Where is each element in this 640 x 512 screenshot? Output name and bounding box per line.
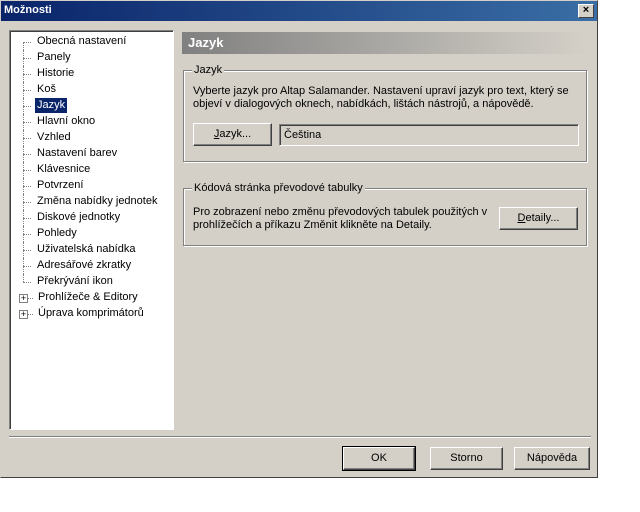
page-title: Jazyk	[188, 35, 224, 50]
tree-connector	[23, 186, 31, 187]
help-button[interactable]: Nápověda	[514, 447, 590, 470]
tree-item-label: Hlavní okno	[37, 115, 96, 127]
tree-item[interactable]: Klávesnice	[10, 162, 173, 178]
tree-connector	[23, 42, 31, 43]
tree-connector	[28, 298, 33, 299]
tree-item[interactable]: Nastavení barev	[10, 146, 173, 162]
tree-connector	[23, 90, 31, 91]
tree-connector	[23, 106, 31, 107]
tree-connector	[23, 234, 31, 235]
tree-item-label: Klávesnice	[37, 163, 91, 175]
tree-connector	[23, 266, 31, 267]
tree-item-label: Vzhled	[37, 131, 71, 143]
tree-item-label: Diskové jednotky	[37, 211, 121, 223]
ok-button[interactable]: OK	[342, 446, 416, 471]
close-button[interactable]: ×	[578, 4, 594, 18]
codepage-group: Kódová stránka převodové tabulky Pro zob…	[183, 181, 587, 246]
tree-item[interactable]: Hlavní okno	[10, 114, 173, 130]
tree-item-label: Historie	[37, 67, 75, 79]
cancel-button[interactable]: Storno	[430, 447, 503, 470]
language-description-line1: Vyberte jazyk pro Altap Salamander. Nast…	[193, 85, 569, 97]
language-group: Jazyk Vyberte jazyk pro Altap Salamander…	[183, 63, 587, 162]
options-dialog: Možnosti × Obecná nastavení Panely Histori…	[0, 0, 598, 478]
current-language-field: Čeština	[279, 124, 579, 146]
tree-item[interactable]: Jazyk	[10, 98, 173, 114]
title-bar[interactable]: Možnosti ×	[1, 1, 597, 21]
tree-connector	[23, 122, 31, 123]
tree-line	[23, 274, 24, 282]
details-button-mnemonic: D	[517, 212, 526, 224]
expand-icon[interactable]: +	[19, 294, 28, 303]
tree-item[interactable]: Panely	[10, 50, 173, 66]
tree-item[interactable]: Koš	[10, 82, 173, 98]
tree-item[interactable]: Pohledy	[10, 226, 173, 242]
tree-item[interactable]: Změna nabídky jednotek	[10, 194, 173, 210]
footer-separator	[9, 436, 591, 438]
tree-item-label: Překrývání ikon	[37, 275, 113, 287]
tree-line	[23, 42, 24, 50]
tree-item-label: Panely	[37, 51, 71, 63]
tree-item-label: Pohledy	[37, 227, 77, 239]
tree-connector	[23, 218, 31, 219]
help-button-label: Nápověda	[526, 452, 578, 464]
tree-item[interactable]: Překrývání ikon	[10, 274, 173, 290]
language-group-title: Jazyk	[192, 63, 225, 77]
tree-item[interactable]: Adresářové zkratky	[10, 258, 173, 274]
codepage-group-title: Kódová stránka převodové tabulky	[192, 181, 365, 195]
tree-connector	[23, 138, 31, 139]
tree-connector	[23, 154, 31, 155]
tree-connector	[28, 314, 33, 315]
window-title: Možnosti	[4, 4, 52, 16]
tree-item-label: Úprava komprimátorů	[38, 307, 144, 319]
page-header: Jazyk	[182, 32, 588, 54]
details-button-label: etaily...	[525, 212, 560, 224]
tree-item-label: Obecná nastavení	[37, 35, 127, 47]
tree-items: Obecná nastavení Panely Historie Koš Jazyk Hl…	[10, 34, 173, 322]
tree-item-label: Prohlížeče & Editory	[38, 291, 138, 303]
expand-icon[interactable]: +	[19, 310, 28, 319]
tree-item[interactable]: Obecná nastavení	[10, 34, 173, 50]
tree-connector	[23, 74, 31, 75]
tree-item[interactable]: Historie	[10, 66, 173, 82]
tree-item[interactable]: Vzhled	[10, 130, 173, 146]
details-button[interactable]: Detaily...	[499, 207, 578, 230]
tree-item-label: Uživatelská nabídka	[37, 243, 136, 255]
tree-item[interactable]: Potvrzení	[10, 178, 173, 194]
tree-connector	[23, 282, 31, 283]
tree-item[interactable]: + Úprava komprimátorů	[10, 306, 173, 322]
codepage-description-line1: Pro zobrazení nebo změnu převodových tab…	[193, 206, 488, 218]
codepage-description-line2: prohlížečích a příkazu Změnit klikněte n…	[193, 219, 432, 231]
tree-connector	[23, 58, 31, 59]
tree-item[interactable]: + Prohlížeče & Editory	[10, 290, 173, 306]
cancel-button-label: Storno	[450, 452, 483, 464]
ok-button-label: OK	[371, 452, 387, 464]
tree-item-label: Koš	[37, 83, 56, 95]
close-icon: ×	[582, 4, 590, 16]
tree-item-label: Nastavení barev	[37, 147, 118, 159]
tree-item[interactable]: Uživatelská nabídka	[10, 242, 173, 258]
tree-connector	[23, 250, 31, 251]
tree-connector	[23, 202, 31, 203]
current-language-value: Čeština	[284, 129, 322, 141]
tree-item-label: Adresářové zkratky	[37, 259, 132, 271]
options-tree[interactable]: Obecná nastavení Panely Historie Koš Jazyk Hl…	[9, 30, 174, 430]
language-button-label: azyk...	[219, 128, 252, 140]
tree-item[interactable]: Diskové jednotky	[10, 210, 173, 226]
language-button[interactable]: Jazyk...	[193, 123, 272, 146]
tree-item-label: Potvrzení	[37, 179, 84, 191]
tree-item-label: Změna nabídky jednotek	[37, 195, 158, 207]
tree-item-label: Jazyk	[35, 98, 68, 113]
language-description-line2: objeví v dialogových oknech, nabídkách, …	[193, 98, 534, 110]
tree-connector	[23, 170, 31, 171]
